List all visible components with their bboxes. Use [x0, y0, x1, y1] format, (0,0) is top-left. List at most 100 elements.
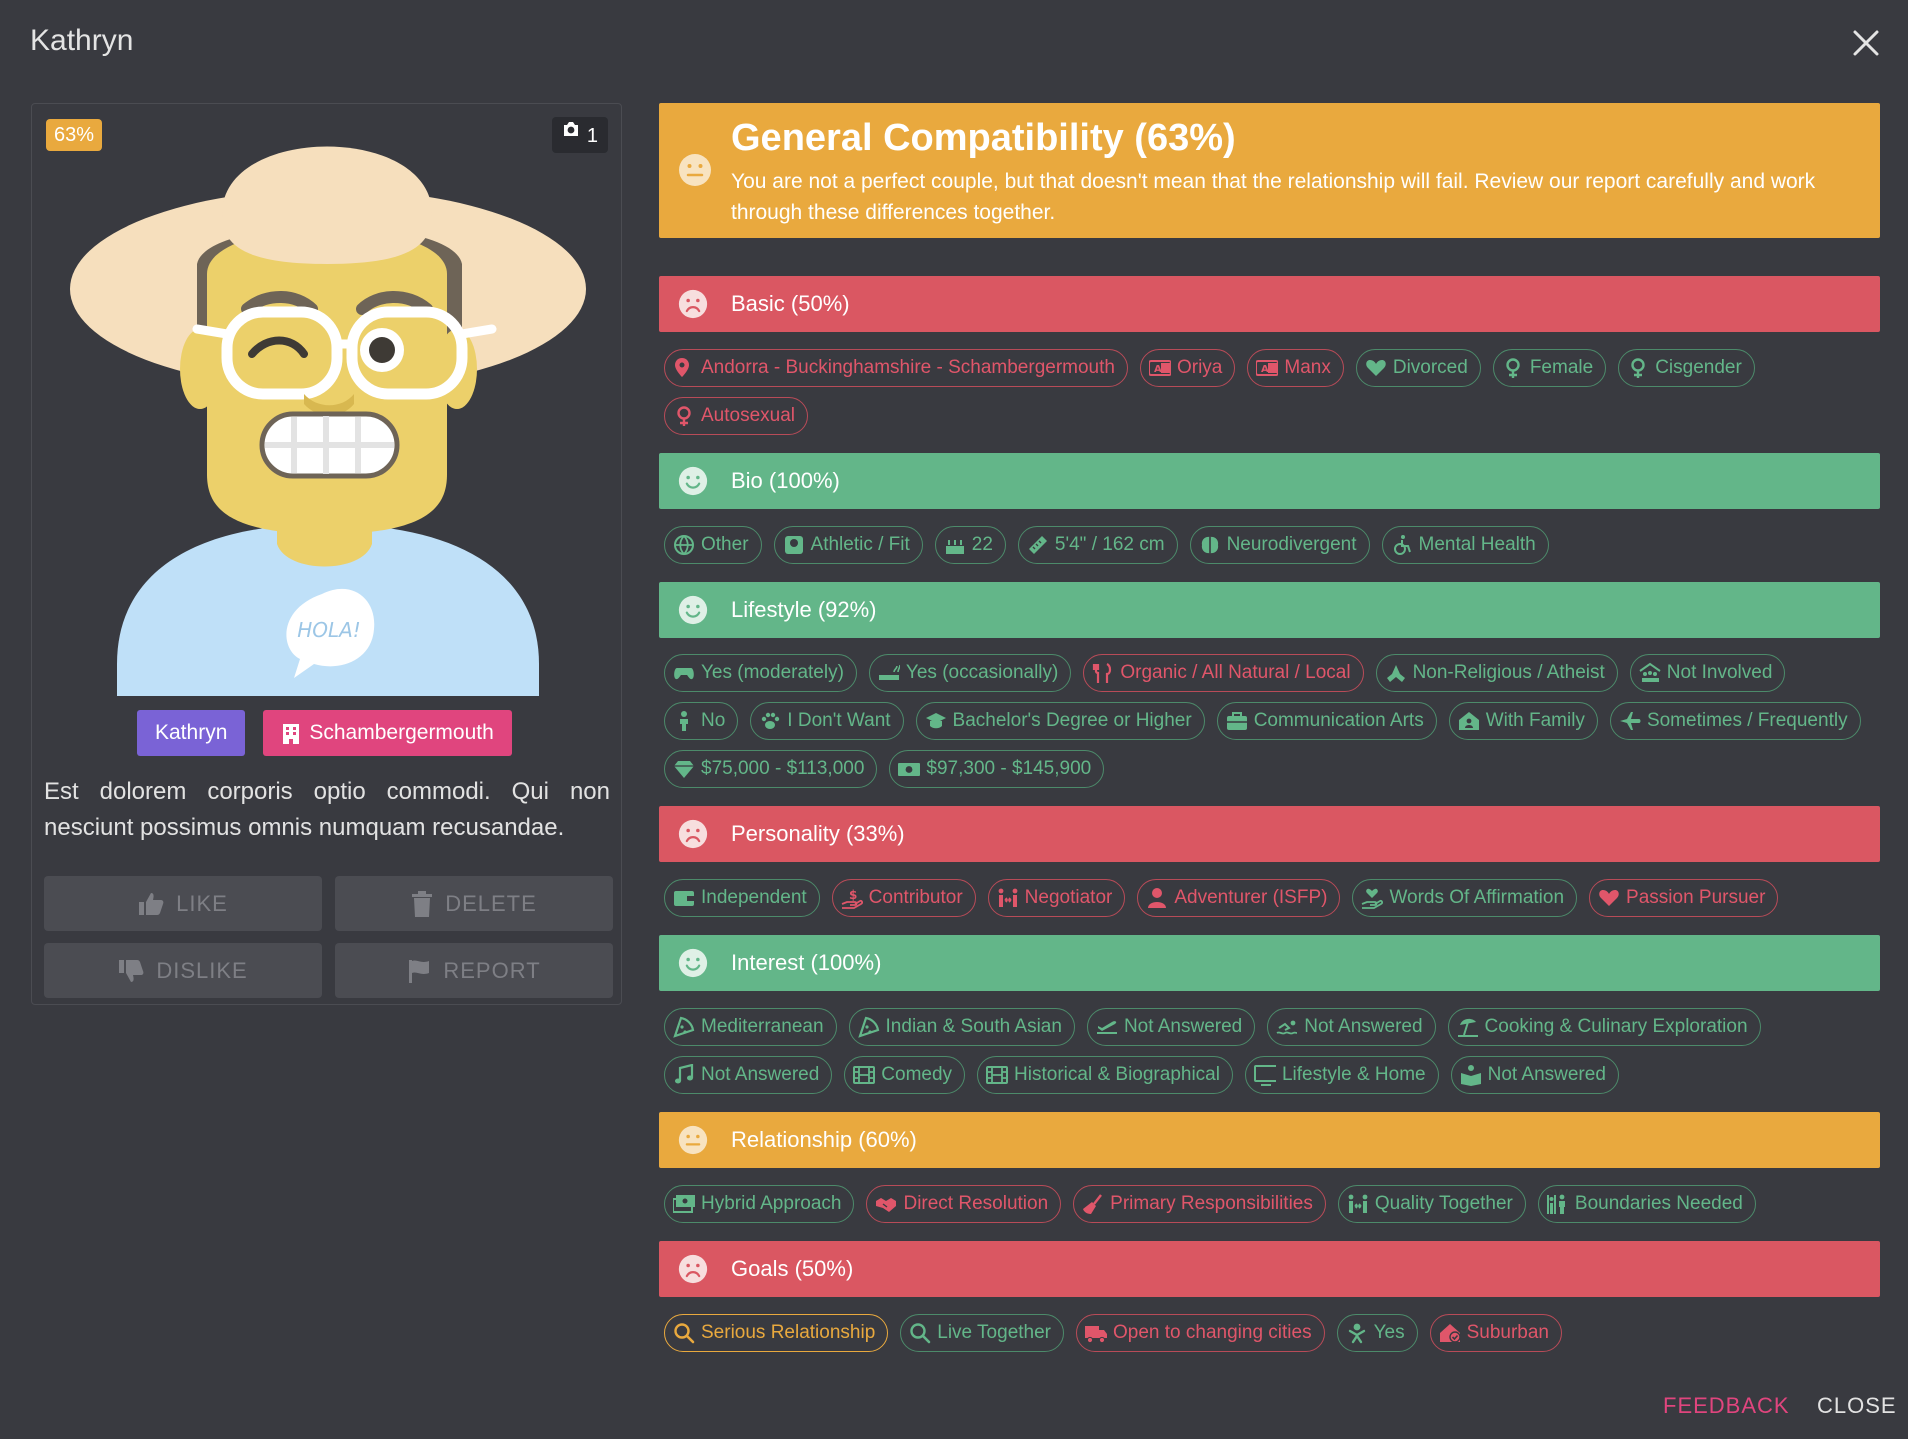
tag-goals[interactable]: Serious Relationship: [664, 1314, 889, 1352]
tag-bio[interactable]: Athletic / Fit: [773, 526, 923, 564]
tag-bio[interactable]: Other: [664, 526, 762, 564]
feedback-button[interactable]: FEEDBACK: [1663, 1393, 1790, 1419]
tag-lifestyle[interactable]: Not Involved: [1629, 654, 1786, 692]
photo-count-value: 1: [586, 125, 598, 147]
sad-face-icon: [678, 819, 708, 849]
name-chip[interactable]: Kathryn: [137, 710, 246, 756]
like-button[interactable]: LIKE: [44, 876, 322, 931]
tag-relationship[interactable]: Primary Responsibilities: [1073, 1185, 1326, 1223]
happy-face-icon: [678, 595, 708, 625]
tag-interest[interactable]: Indian & South Asian: [848, 1008, 1075, 1046]
tag-basic[interactable]: Andorra - Buckinghamshire - Schambergerm…: [664, 349, 1128, 387]
tag-lifestyle[interactable]: Non-Religious / Atheist: [1375, 654, 1618, 692]
tag-label: Serious Relationship: [701, 1322, 876, 1343]
tag-label: Not Answered: [1304, 1016, 1423, 1037]
tag-interest[interactable]: Not Answered: [1450, 1056, 1619, 1094]
tag-interest[interactable]: Comedy: [844, 1056, 966, 1094]
tag-personality[interactable]: Words Of Affirmation: [1352, 879, 1578, 917]
tag-goals[interactable]: Yes: [1336, 1314, 1418, 1352]
smoking-icon: [878, 664, 900, 680]
tag-interest[interactable]: Not Answered: [664, 1056, 833, 1094]
tag-lifestyle[interactable]: Sometimes / Frequently: [1609, 702, 1861, 740]
tag-personality[interactable]: Independent: [664, 879, 820, 917]
tag-lifestyle[interactable]: Organic / All Natural / Local: [1083, 654, 1364, 692]
tag-lifestyle[interactable]: Yes (moderately): [664, 654, 857, 692]
section-header-bio[interactable]: Bio (100%): [659, 453, 1880, 509]
sad-face-icon: [678, 289, 708, 319]
dialog-title: Kathryn: [30, 24, 134, 57]
tag-relationship[interactable]: Direct Resolution: [866, 1185, 1062, 1223]
tag-interest[interactable]: Cooking & Culinary Exploration: [1447, 1008, 1761, 1046]
user-icon: [1148, 888, 1167, 908]
tag-interest[interactable]: Historical & Biographical: [977, 1056, 1233, 1094]
tag-relationship[interactable]: Quality Together: [1337, 1185, 1526, 1223]
tag-basic[interactable]: A Manx: [1247, 349, 1344, 387]
tag-lifestyle[interactable]: With Family: [1448, 702, 1598, 740]
tag-interest[interactable]: Mediterranean: [664, 1008, 837, 1046]
tag-bio[interactable]: Mental Health: [1381, 526, 1549, 564]
delete-button[interactable]: DELETE: [335, 876, 613, 931]
tag-label: Bachelor's Degree or Higher: [952, 710, 1192, 731]
tags-personality-row1: Independent $ Contributor Negotiator Adventu…: [664, 879, 1779, 917]
tag-goals[interactable]: Suburban: [1429, 1314, 1562, 1352]
tag-lifestyle[interactable]: I Don't Want: [750, 702, 904, 740]
tag-lifestyle[interactable]: Communication Arts: [1216, 702, 1437, 740]
tag-lifestyle[interactable]: $97,300 - $145,900: [889, 750, 1105, 788]
trash-icon: [412, 890, 433, 917]
tag-label: Yes (occasionally): [905, 662, 1059, 683]
avatar[interactable]: HOLA! 63% 1: [32, 104, 621, 696]
section-header-goals[interactable]: Goals (50%): [659, 1241, 1880, 1297]
close-icon[interactable]: [1849, 26, 1883, 60]
baby-icon: [1348, 1323, 1365, 1344]
tag-basic[interactable]: Cisgender: [1618, 349, 1755, 387]
scale-icon: [784, 536, 803, 554]
city-chip[interactable]: Schambergermouth: [263, 710, 512, 756]
tag-lifestyle[interactable]: Bachelor's Degree or Higher: [915, 702, 1205, 740]
section-header-lifestyle[interactable]: Lifestyle (92%): [659, 582, 1880, 638]
tag-personality[interactable]: Negotiator: [987, 879, 1126, 917]
tag-goals[interactable]: Open to changing cities: [1076, 1314, 1325, 1352]
tag-personality[interactable]: $ Contributor: [831, 879, 976, 917]
tag-basic[interactable]: Female: [1492, 349, 1607, 387]
tag-bio[interactable]: Neurodivergent: [1189, 526, 1370, 564]
money-bills-icon: [673, 1195, 695, 1213]
tag-relationship[interactable]: Hybrid Approach: [664, 1185, 855, 1223]
tag-basic[interactable]: Divorced: [1355, 349, 1481, 387]
tag-basic[interactable]: A Oriya: [1139, 349, 1236, 387]
tag-bio[interactable]: 5'4" / 162 cm: [1017, 526, 1178, 564]
section-header-personality[interactable]: Personality (33%): [659, 806, 1880, 862]
tag-bio[interactable]: 22: [934, 526, 1006, 564]
section-header-relationship[interactable]: Relationship (60%): [659, 1112, 1880, 1168]
section-header-basic[interactable]: Basic (50%): [659, 276, 1880, 332]
tag-personality[interactable]: Adventurer (ISFP): [1137, 879, 1341, 917]
photo-count-badge[interactable]: 1: [552, 117, 608, 153]
tag-lifestyle[interactable]: $75,000 - $113,000: [664, 750, 878, 788]
tag-personality[interactable]: Passion Pursuer: [1589, 879, 1779, 917]
film-icon: [986, 1066, 1009, 1084]
tag-interest[interactable]: Not Answered: [1267, 1008, 1436, 1046]
tag-interest[interactable]: Lifestyle & Home: [1244, 1056, 1439, 1094]
tag-lifestyle[interactable]: No: [664, 702, 739, 740]
tag-interest[interactable]: Not Answered: [1086, 1008, 1256, 1046]
handshake-icon: [876, 1198, 897, 1212]
tag-label: Oriya: [1176, 357, 1223, 378]
gender-icon: [1506, 358, 1520, 378]
pizza-icon: [673, 1016, 695, 1038]
tag-label: Sometimes / Frequently: [1646, 710, 1848, 731]
tag-label: Autosexual: [701, 405, 796, 426]
tag-goals[interactable]: Live Together: [900, 1314, 1064, 1352]
section-header-interest[interactable]: Interest (100%): [659, 935, 1880, 991]
tag-lifestyle[interactable]: Yes (occasionally): [868, 654, 1072, 692]
report-button[interactable]: REPORT: [335, 943, 613, 998]
tag-label: Hybrid Approach: [701, 1193, 842, 1214]
gender-icon: [1631, 358, 1645, 378]
city-chip-label: Schambergermouth: [309, 721, 494, 744]
briefcase-icon: [1226, 712, 1247, 730]
tag-label: Live Together: [937, 1322, 1051, 1343]
close-button[interactable]: CLOSE: [1817, 1393, 1897, 1419]
camera-icon: [564, 122, 578, 136]
umbrella-beach-icon: [1457, 1018, 1478, 1037]
tag-relationship[interactable]: Boundaries Needed: [1537, 1185, 1756, 1223]
tag-basic[interactable]: Autosexual: [664, 397, 809, 435]
dislike-button[interactable]: DISLIKE: [44, 943, 322, 998]
